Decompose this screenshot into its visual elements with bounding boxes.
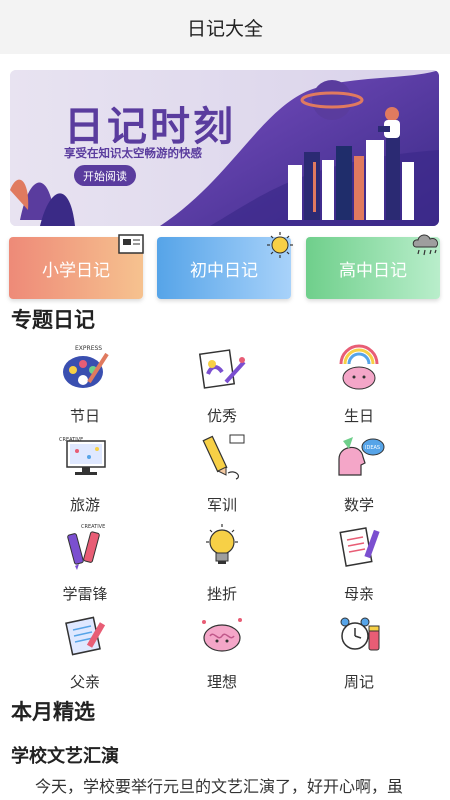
topic-label: 理想 xyxy=(206,673,237,691)
topic-item-setback[interactable]: 挫折 xyxy=(177,518,267,606)
topic-item-travel[interactable]: CREATIVE 旅游 xyxy=(40,429,130,517)
topic-label: 学雷锋 xyxy=(62,585,108,603)
notebook-icon xyxy=(331,518,387,574)
grade-button-primary[interactable]: 小学日记 xyxy=(9,234,144,299)
monitor-icon: CREATIVE xyxy=(57,429,113,485)
topic-label: 优秀 xyxy=(206,407,237,425)
lightbulb-icon xyxy=(194,518,250,574)
start-reading-button[interactable]: 开始阅读 xyxy=(74,165,136,186)
article-excerpt[interactable]: 今天，学校要举行元旦的文艺汇演了，好开心啊，虽 xyxy=(11,773,441,797)
topic-label: 母亲 xyxy=(343,585,374,603)
article-title[interactable]: 学校文艺汇演 xyxy=(11,742,119,768)
topic-item-math[interactable]: IDEAS 数学 xyxy=(314,429,404,517)
head-chat-icon: IDEAS xyxy=(331,429,387,485)
sketchbook-icon xyxy=(194,340,250,396)
section-title-topics: 专题日记 xyxy=(11,308,95,332)
banner-subtitle: 享受在知识太空畅游的快感 xyxy=(64,146,202,160)
topic-label: 周记 xyxy=(343,673,374,691)
topic-label: 节日 xyxy=(69,407,100,425)
svg-text:EXPRESS: EXPRESS xyxy=(75,345,102,352)
topic-label: 旅游 xyxy=(69,496,100,514)
grade-label: 初中日记 xyxy=(190,260,258,281)
topic-item-ideal[interactable]: 理想 xyxy=(177,606,267,694)
topic-item-mother[interactable]: 母亲 xyxy=(314,518,404,606)
grade-button-senior[interactable]: 高中日记 xyxy=(306,234,440,299)
sun-icon xyxy=(265,231,295,265)
topic-grid: EXPRESS 节日 优秀 生日 CREATIVE 旅游 军训 IDEAS 数学 xyxy=(0,340,450,695)
svg-text:CREATIVE: CREATIVE xyxy=(81,524,105,530)
topic-label: 挫折 xyxy=(206,585,237,603)
app-header: 日记大全 xyxy=(0,0,450,54)
topic-item-military-training[interactable]: 军训 xyxy=(177,429,267,517)
topic-item-lei-feng[interactable]: CREATIVE 学雷锋 xyxy=(40,518,130,606)
banner-title: 日记时刻 xyxy=(64,104,236,150)
blackboard-icon xyxy=(117,231,147,263)
alarm-clock-icon xyxy=(331,606,387,662)
hero-banner[interactable]: 日记时刻 享受在知识太空畅游的快感 开始阅读 xyxy=(10,70,439,226)
pencil-icon xyxy=(194,429,250,485)
app-title: 日记大全 xyxy=(186,17,263,40)
topic-item-weekly[interactable]: 周记 xyxy=(314,606,404,694)
topic-label: 数学 xyxy=(343,496,374,514)
grade-label: 小学日记 xyxy=(42,260,110,281)
svg-text:CREATIVE: CREATIVE xyxy=(59,437,83,443)
topic-label: 父亲 xyxy=(69,673,100,691)
svg-text:IDEAS: IDEAS xyxy=(365,445,380,451)
grade-categories: 小学日记 初中日记 高中日记 xyxy=(9,232,441,299)
topic-item-father[interactable]: 父亲 xyxy=(40,606,130,694)
palette-icon: EXPRESS xyxy=(57,340,113,396)
grade-button-junior[interactable]: 初中日记 xyxy=(157,232,293,299)
markers-icon: CREATIVE xyxy=(57,518,113,574)
grade-label: 高中日记 xyxy=(339,260,407,281)
brain-icon xyxy=(194,606,250,662)
topic-item-excellent[interactable]: 优秀 xyxy=(177,340,267,428)
cloud-rain-icon xyxy=(410,231,444,267)
brain-rainbow-icon xyxy=(331,340,387,396)
section-title-monthly: 本月精选 xyxy=(11,700,95,724)
notepad-icon xyxy=(57,606,113,662)
topic-item-birthday[interactable]: 生日 xyxy=(314,340,404,428)
topic-label: 军训 xyxy=(206,496,237,514)
topic-label: 生日 xyxy=(343,407,374,425)
topic-item-festival[interactable]: EXPRESS 节日 xyxy=(40,340,130,428)
